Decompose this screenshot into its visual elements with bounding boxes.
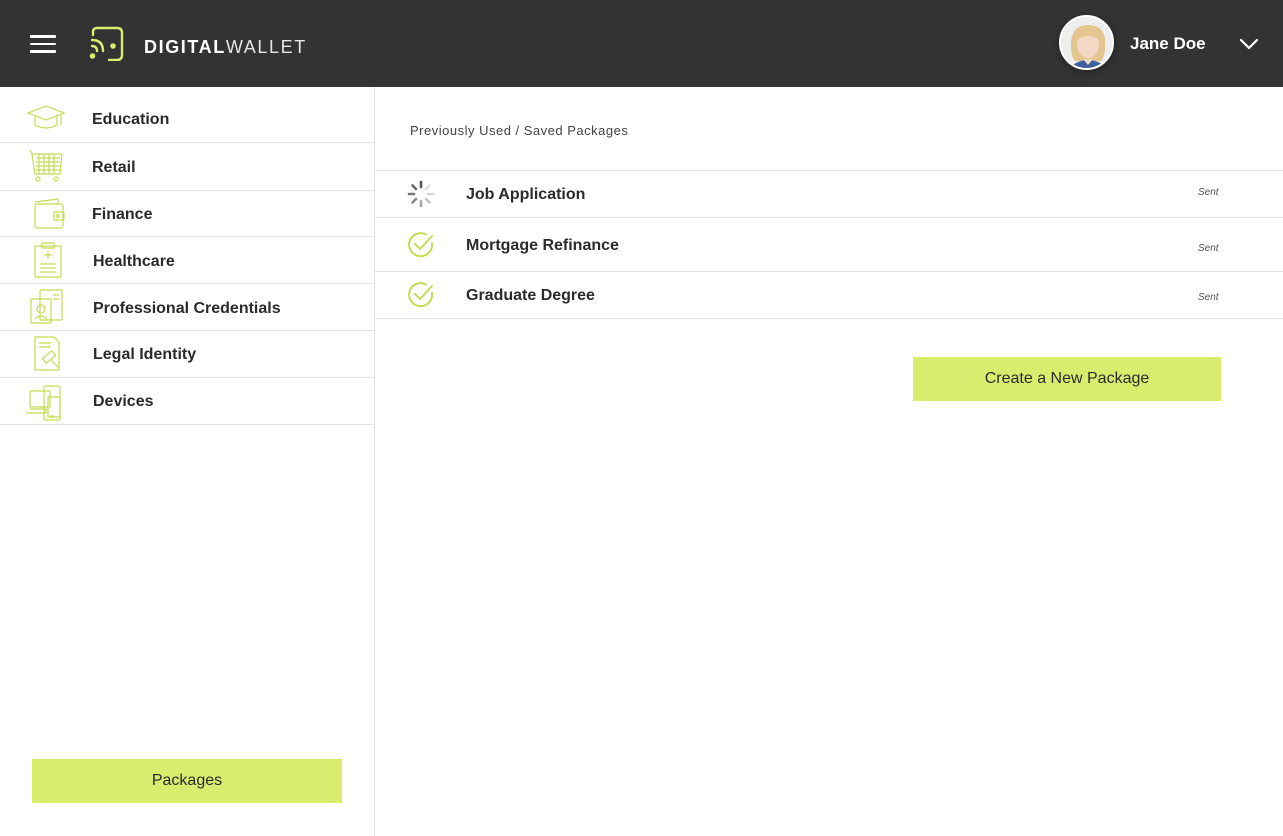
package-name: Graduate Degree — [466, 287, 595, 304]
loading-spinner-icon — [407, 180, 435, 208]
id-badge-icon — [30, 289, 63, 324]
brand-name: DIGITALWALLET — [144, 37, 307, 58]
sidebar-item-devices[interactable]: Devices — [0, 378, 375, 425]
sidebar-item-education[interactable]: Education — [0, 87, 375, 143]
sidebar-item-finance[interactable]: Finance — [0, 191, 375, 237]
sidebar-item-legal-identity[interactable]: Legal Identity — [0, 331, 375, 378]
package-name: Mortgage Refinance — [466, 237, 619, 254]
breadcrumb: Previously Used / Saved Packages — [410, 123, 629, 138]
sidebar-item-label: Legal Identity — [93, 346, 197, 363]
sidebar-item-label: Professional Credentials — [93, 300, 281, 317]
wallet-icon — [34, 198, 65, 229]
package-row[interactable]: Graduate Degree Sent — [375, 272, 1283, 319]
brand-name-bold: DIGITAL — [144, 37, 226, 57]
sidebar-item-professional-credentials[interactable]: Professional Credentials — [0, 284, 375, 331]
sidebar-item-label: Retail — [92, 159, 136, 176]
check-circle-icon — [408, 282, 434, 308]
package-row[interactable]: Mortgage Refinance Sent — [375, 218, 1283, 272]
check-circle-icon — [408, 232, 434, 258]
package-status: Sent — [1198, 292, 1219, 303]
user-name[interactable]: Jane Doe — [1130, 34, 1206, 54]
brand-name-light: WALLET — [225, 37, 307, 57]
wallet-signal-logo-icon — [89, 26, 124, 61]
sidebar-item-label: Healthcare — [93, 253, 175, 270]
category-sidebar: Education Retail Finance Healthcare Prof… — [0, 87, 375, 836]
legal-document-gavel-icon — [34, 336, 60, 371]
sidebar-item-label: Devices — [93, 393, 154, 410]
main-content: Previously Used / Saved Packages Job App… — [375, 87, 1283, 836]
chevron-down-icon[interactable] — [1239, 36, 1259, 52]
hamburger-menu-icon[interactable] — [30, 35, 56, 53]
top-bar: DIGITALWALLET Jane Doe — [0, 0, 1283, 87]
package-row[interactable]: Job Application Sent — [375, 171, 1283, 218]
sidebar-item-retail[interactable]: Retail — [0, 143, 375, 191]
sidebar-item-healthcare[interactable]: Healthcare — [0, 237, 375, 284]
user-avatar[interactable] — [1059, 15, 1114, 70]
package-status: Sent — [1198, 243, 1219, 254]
package-name: Job Application — [466, 186, 586, 203]
laptop-phone-icon — [26, 385, 61, 421]
graduation-cap-icon — [26, 105, 66, 129]
sidebar-item-label: Education — [92, 111, 170, 128]
avatar-portrait-icon — [1061, 17, 1112, 68]
packages-button[interactable]: Packages — [32, 759, 342, 803]
medical-clipboard-icon — [34, 242, 62, 278]
sidebar-item-label: Finance — [92, 206, 153, 223]
shopping-cart-icon — [29, 149, 63, 182]
create-new-package-button[interactable]: Create a New Package — [913, 357, 1221, 401]
package-status: Sent — [1198, 187, 1219, 198]
